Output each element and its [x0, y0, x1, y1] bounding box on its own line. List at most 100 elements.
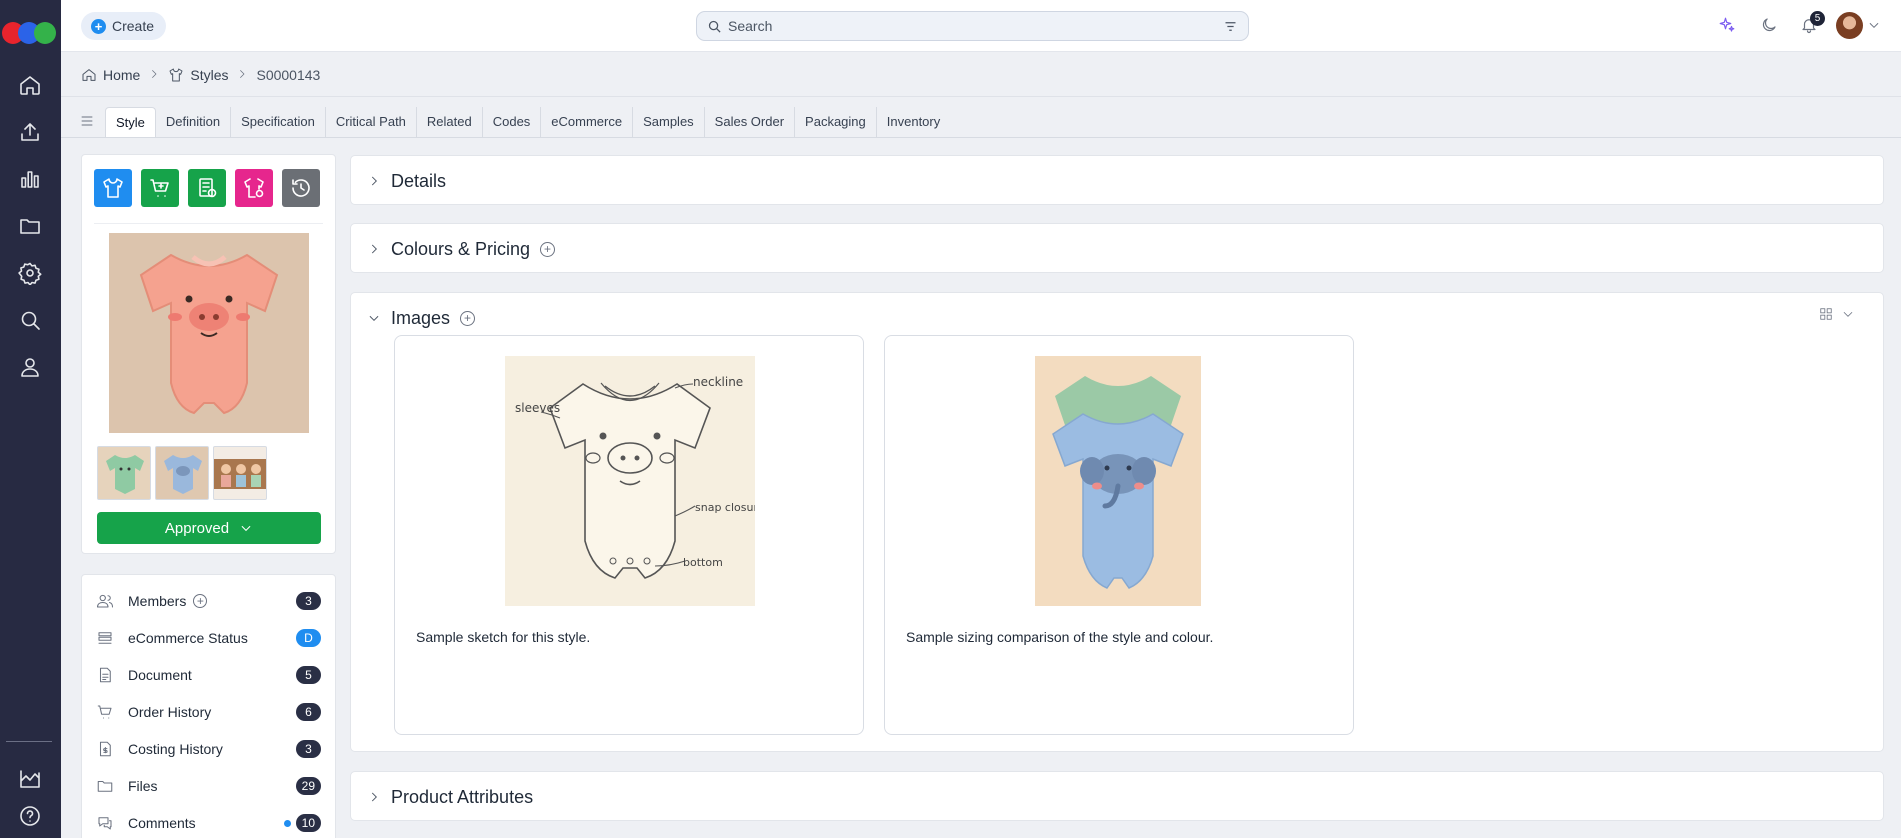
thumbnail-green-bodysuit[interactable] [97, 446, 151, 500]
shirt-settings-button[interactable] [235, 169, 273, 207]
thumbnail-babies-photo[interactable] [213, 446, 267, 500]
order-history-label: Order History [128, 704, 212, 720]
files-label: Files [128, 778, 158, 794]
add-colour-icon[interactable]: + [540, 241, 556, 257]
search-input[interactable] [728, 18, 1223, 34]
tab-related[interactable]: Related [415, 107, 482, 137]
search-bar[interactable] [696, 11, 1249, 41]
style-summary-card: Approved [81, 154, 336, 554]
section-details-title: Details [391, 170, 447, 191]
actions-divider [94, 223, 323, 224]
tab-definition[interactable]: Definition [156, 107, 230, 137]
list-item-document[interactable]: Document 5 [96, 662, 321, 688]
breadcrumb-home[interactable]: Home [81, 67, 140, 83]
dark-mode-icon[interactable] [1758, 14, 1780, 36]
section-colours-pricing-header[interactable]: Colours & Pricing + [367, 226, 556, 272]
costing-sheet-icon [199, 178, 217, 198]
tab-inventory[interactable]: Inventory [875, 107, 950, 137]
costing-button[interactable] [188, 169, 226, 207]
tab-packaging[interactable]: Packaging [794, 107, 876, 137]
view-mode-toggle[interactable] [1819, 307, 1855, 321]
section-images: Images + neckline sleeves snap closu bot… [350, 292, 1884, 752]
comments-label: Comments [128, 815, 196, 831]
document-count: 5 [296, 666, 321, 684]
list-item-costing-history[interactable]: Costing History 3 [96, 736, 321, 762]
add-to-cart-button[interactable] [141, 169, 179, 207]
tab-codes[interactable]: Codes [481, 107, 541, 137]
tabs-divider [61, 137, 1901, 138]
style-shirt-button[interactable] [94, 169, 132, 207]
notification-count-badge: 5 [1810, 11, 1825, 26]
settings-icon[interactable] [15, 258, 45, 288]
section-colours-pricing-title: Colours & Pricing [391, 238, 531, 259]
list-item-files[interactable]: Files 29 [96, 773, 321, 799]
section-details-header[interactable]: Details [367, 158, 446, 204]
sketch-label-snap-closure: snap closure [695, 501, 755, 514]
breadcrumb-styles[interactable]: Styles [168, 67, 228, 83]
help-icon[interactable] [15, 801, 45, 831]
section-product-attributes-header[interactable]: Product Attributes [367, 774, 533, 820]
thumbnail-blue-bodysuit[interactable] [155, 446, 209, 500]
section-colours-pricing: Colours & Pricing + [350, 223, 1884, 273]
history-button[interactable] [282, 169, 320, 207]
folder-icon[interactable] [15, 211, 45, 241]
cart-plus-icon [150, 179, 169, 197]
status-approved-button[interactable]: Approved [97, 512, 321, 544]
list-item-ecommerce-status[interactable]: eCommerce Status D [96, 625, 321, 651]
image-thumbnails [97, 446, 267, 500]
add-member-icon[interactable]: + [193, 594, 208, 608]
tab-specification[interactable]: Specification [230, 107, 325, 137]
create-label: Create [112, 18, 155, 34]
list-item-order-history[interactable]: Order History 6 [96, 699, 321, 725]
tab-sales-order[interactable]: Sales Order [703, 107, 794, 137]
user-avatar[interactable] [1836, 12, 1863, 39]
user-icon[interactable] [15, 352, 45, 382]
plus-icon: + [91, 18, 106, 34]
section-product-attributes-title: Product Attributes [391, 786, 534, 807]
ai-sparkle-icon[interactable] [1716, 14, 1738, 36]
chevron-down-icon [241, 525, 251, 532]
reports-icon[interactable] [15, 164, 45, 194]
style-main-image[interactable] [109, 233, 309, 433]
image-card-sizing[interactable]: Sample sizing comparison of the style an… [884, 335, 1354, 735]
tab-samples[interactable]: Samples [632, 107, 704, 137]
add-image-icon[interactable]: + [460, 310, 476, 326]
tab-critical-path[interactable]: Critical Path [324, 107, 416, 137]
tab-style[interactable]: Style [105, 107, 156, 137]
order-history-count: 6 [296, 703, 321, 721]
unread-dot [283, 819, 291, 827]
quick-actions [94, 169, 320, 207]
tshirt-icon [103, 178, 123, 198]
hamburger-menu-icon[interactable] [79, 113, 97, 131]
breadcrumb-divider [61, 96, 1901, 97]
tab-ecommerce[interactable]: eCommerce [540, 107, 632, 137]
grid-view-icon [1820, 308, 1832, 320]
sketch-label-bottom: bottom [683, 556, 723, 569]
rail-divider [6, 741, 52, 742]
comments-count: 10 [295, 814, 321, 832]
dashboard-icon[interactable] [15, 764, 45, 794]
home-icon[interactable] [15, 70, 45, 100]
search-icon[interactable] [15, 305, 45, 335]
folder-icon [96, 777, 114, 795]
list-item-comments[interactable]: Comments 10 [96, 810, 321, 836]
cart-icon [96, 703, 114, 721]
tab-bar: Style Definition Specification Critical … [79, 107, 950, 137]
comments-icon [96, 814, 114, 832]
status-label: Approved [164, 519, 230, 537]
chevron-right-icon [371, 176, 377, 186]
members-count: 3 [296, 592, 321, 610]
image-card-sketch[interactable]: neckline sleeves snap closure bottom Sam… [394, 335, 864, 735]
files-count: 29 [295, 777, 321, 795]
app-logo[interactable] [2, 22, 58, 46]
create-button[interactable]: + Create [81, 12, 167, 40]
tshirt-gear-icon [244, 178, 264, 198]
chevron-down-icon[interactable] [1867, 18, 1881, 32]
upload-icon[interactable] [15, 117, 45, 147]
search-icon [708, 20, 721, 33]
notifications-bell-icon[interactable]: 5 [1798, 11, 1825, 36]
list-item-members[interactable]: Members + 3 [96, 588, 321, 614]
style-links-list: Members + 3 eCommerce Status D Document … [81, 574, 336, 838]
filter-icon[interactable] [1223, 19, 1238, 34]
chevron-right-icon [236, 67, 248, 83]
